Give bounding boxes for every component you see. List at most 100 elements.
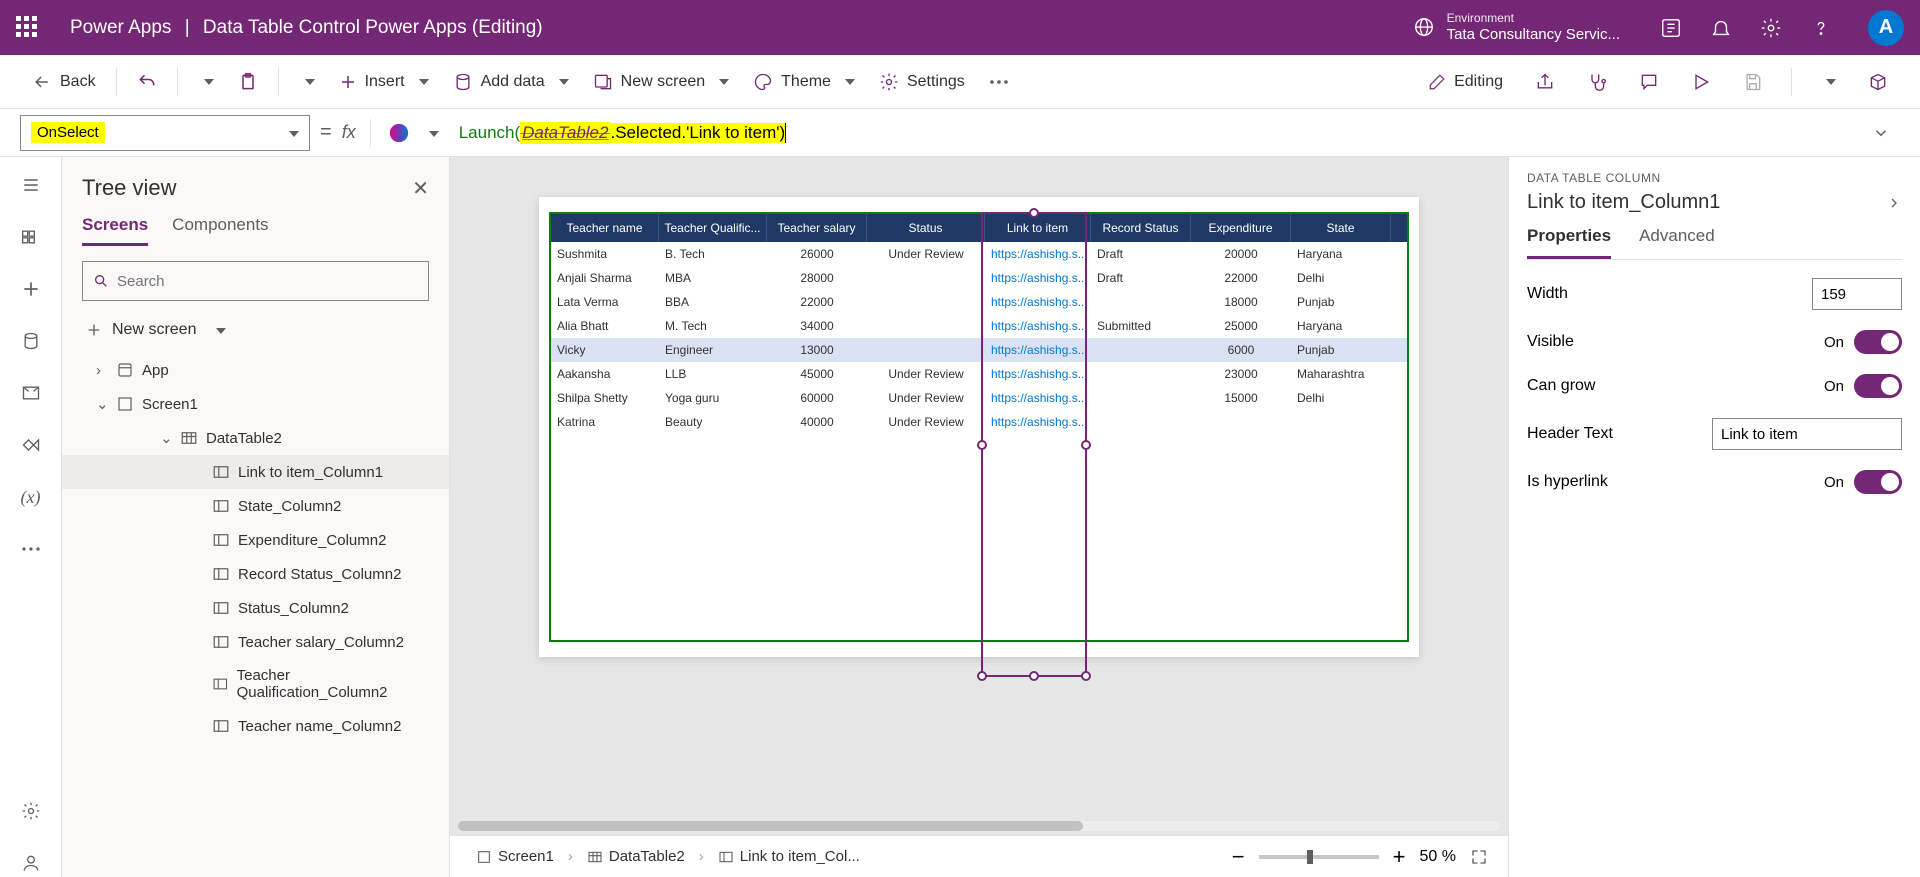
user-avatar[interactable]: A [1868,10,1904,46]
globe-icon [1413,16,1435,38]
plus-icon [339,73,357,91]
preview-button[interactable] [1683,66,1719,98]
tree-item-recordstatus-column[interactable]: Record Status_Column2 [62,557,449,591]
tree-search[interactable] [82,261,429,301]
close-tree-button[interactable]: ✕ [412,176,429,201]
tree-view-icon[interactable] [17,223,45,251]
save-button[interactable] [1735,66,1771,98]
table-header[interactable]: State [1291,214,1391,242]
zoom-out-button[interactable]: − [1232,844,1245,870]
insert-rail-icon[interactable] [17,275,45,303]
table-row[interactable]: KatrinaBeauty40000Under Reviewhttps://as… [551,410,1407,434]
settings-gear-icon[interactable] [1760,17,1782,39]
settings-rail-icon[interactable] [17,797,45,825]
tree-item-state-column[interactable]: State_Column2 [62,489,449,523]
table-header[interactable]: Teacher name [551,214,659,242]
properties-panel: DATA TABLE COLUMN Link to item_Column1 P… [1508,157,1920,877]
app-launcher-icon[interactable] [16,16,40,40]
tab-screens[interactable]: Screens [82,215,148,246]
back-button[interactable]: Back [24,66,104,98]
theme-button[interactable]: Theme [745,66,863,98]
tree-item-app[interactable]: ›App [62,353,449,387]
tree-new-screen-button[interactable]: New screen [82,315,429,345]
tab-components[interactable]: Components [172,215,268,246]
table-header[interactable]: Teacher salary [767,214,867,242]
flows-rail-icon[interactable] [17,431,45,459]
props-tab-advanced[interactable]: Advanced [1639,226,1715,259]
new-screen-button[interactable]: New screen [585,66,737,98]
datatable-control[interactable]: Teacher nameTeacher Qualific...Teacher s… [549,212,1409,642]
breadcrumb-table[interactable]: DataTable2 [581,844,691,869]
undo-button[interactable] [129,66,165,98]
hyperlink-label: Is hyperlink [1527,473,1608,491]
stethoscope-icon [1587,72,1607,92]
table-header[interactable]: Teacher Qualific... [659,214,767,242]
canvas[interactable]: Teacher nameTeacher Qualific...Teacher s… [450,157,1508,877]
table-row[interactable]: Anjali SharmaMBA28000https://ashishg.s..… [551,266,1407,290]
canvas-h-scrollbar[interactable] [458,821,1500,831]
table-header[interactable]: Link to item [985,214,1091,242]
property-selector[interactable]: OnSelect [20,115,310,151]
headertext-input[interactable] [1712,418,1902,450]
formula-input[interactable]: Launch(DataTable2.Selected.'Link to item… [449,118,1862,148]
table-row[interactable]: SushmitaB. Tech26000Under Reviewhttps://… [551,242,1407,266]
env-name: Tata Consultancy Servic... [1447,26,1620,44]
tree-item-expenditure-column[interactable]: Expenditure_Column2 [62,523,449,557]
undo-dropdown[interactable] [190,73,222,91]
props-tab-properties[interactable]: Properties [1527,226,1611,259]
notifications-icon[interactable] [1710,17,1732,39]
comments-button[interactable] [1631,66,1667,98]
copilot-icon[interactable] [385,119,413,147]
checker-button[interactable] [1579,66,1615,98]
tree-item-status-column[interactable]: Status_Column2 [62,591,449,625]
hamburger-icon[interactable] [17,171,45,199]
variables-rail-icon[interactable]: (x) [17,483,45,511]
table-header[interactable]: Status [867,214,985,242]
share-button[interactable] [1527,66,1563,98]
table-row[interactable]: Lata VermaBBA22000https://ashishg.s...18… [551,290,1407,314]
cangrow-toggle[interactable] [1854,374,1902,398]
flow-icon[interactable] [1660,17,1682,39]
formula-expand-button[interactable] [1872,124,1900,142]
copilot-dropdown[interactable] [423,124,439,142]
breadcrumb-screen[interactable]: Screen1 [470,844,560,869]
editing-mode-button[interactable]: Editing [1420,67,1511,97]
more-button[interactable] [981,72,1017,92]
zoom-in-button[interactable]: + [1393,844,1406,870]
tree-item-datatable2[interactable]: ⌄DataTable2 [62,421,449,455]
data-rail-icon[interactable] [17,327,45,355]
tree-item-teachername-column[interactable]: Teacher name_Column2 [62,709,449,743]
settings-button[interactable]: Settings [871,66,973,98]
environment-picker[interactable]: Environment Tata Consultancy Servic... [1413,11,1620,43]
help-icon[interactable] [1810,17,1832,39]
table-row[interactable]: VickyEngineer13000https://ashishg.s...60… [551,338,1407,362]
paste-button[interactable] [230,66,266,98]
breadcrumb-column[interactable]: Link to item_Col... [712,844,866,869]
insert-button[interactable]: Insert [331,67,437,97]
hyperlink-toggle[interactable] [1854,470,1902,494]
visible-toggle[interactable] [1854,330,1902,354]
props-expand-button[interactable] [1886,195,1902,211]
table-row[interactable]: Shilpa ShettyYoga guru60000Under Reviewh… [551,386,1407,410]
tree-search-input[interactable] [117,273,418,290]
formula-bar: OnSelect = fx Launch(DataTable2.Selected… [0,109,1920,157]
table-row[interactable]: Alia BhattM. Tech34000https://ashishg.s.… [551,314,1407,338]
more-rail-icon[interactable] [17,535,45,563]
tree-item-salary-column[interactable]: Teacher salary_Column2 [62,625,449,659]
publish-button[interactable] [1860,66,1896,98]
fit-to-screen-button[interactable] [1470,848,1488,866]
media-rail-icon[interactable] [17,379,45,407]
table-header[interactable]: Expenditure [1191,214,1291,242]
zoom-slider[interactable] [1259,855,1379,859]
table-header[interactable]: Record Status [1091,214,1191,242]
tree-item-link-column[interactable]: Link to item_Column1 [62,455,449,489]
clipboard-icon [238,72,258,92]
tree-item-qualification-column[interactable]: Teacher Qualification_Column2 [62,659,449,709]
paste-dropdown[interactable] [291,73,323,91]
tree-item-screen1[interactable]: ⌄Screen1 [62,387,449,421]
table-row[interactable]: AakanshaLLB45000Under Reviewhttps://ashi… [551,362,1407,386]
ask-rail-icon[interactable] [17,849,45,877]
width-input[interactable] [1812,278,1902,310]
save-dropdown[interactable] [1812,73,1844,91]
add-data-button[interactable]: Add data [445,66,577,98]
